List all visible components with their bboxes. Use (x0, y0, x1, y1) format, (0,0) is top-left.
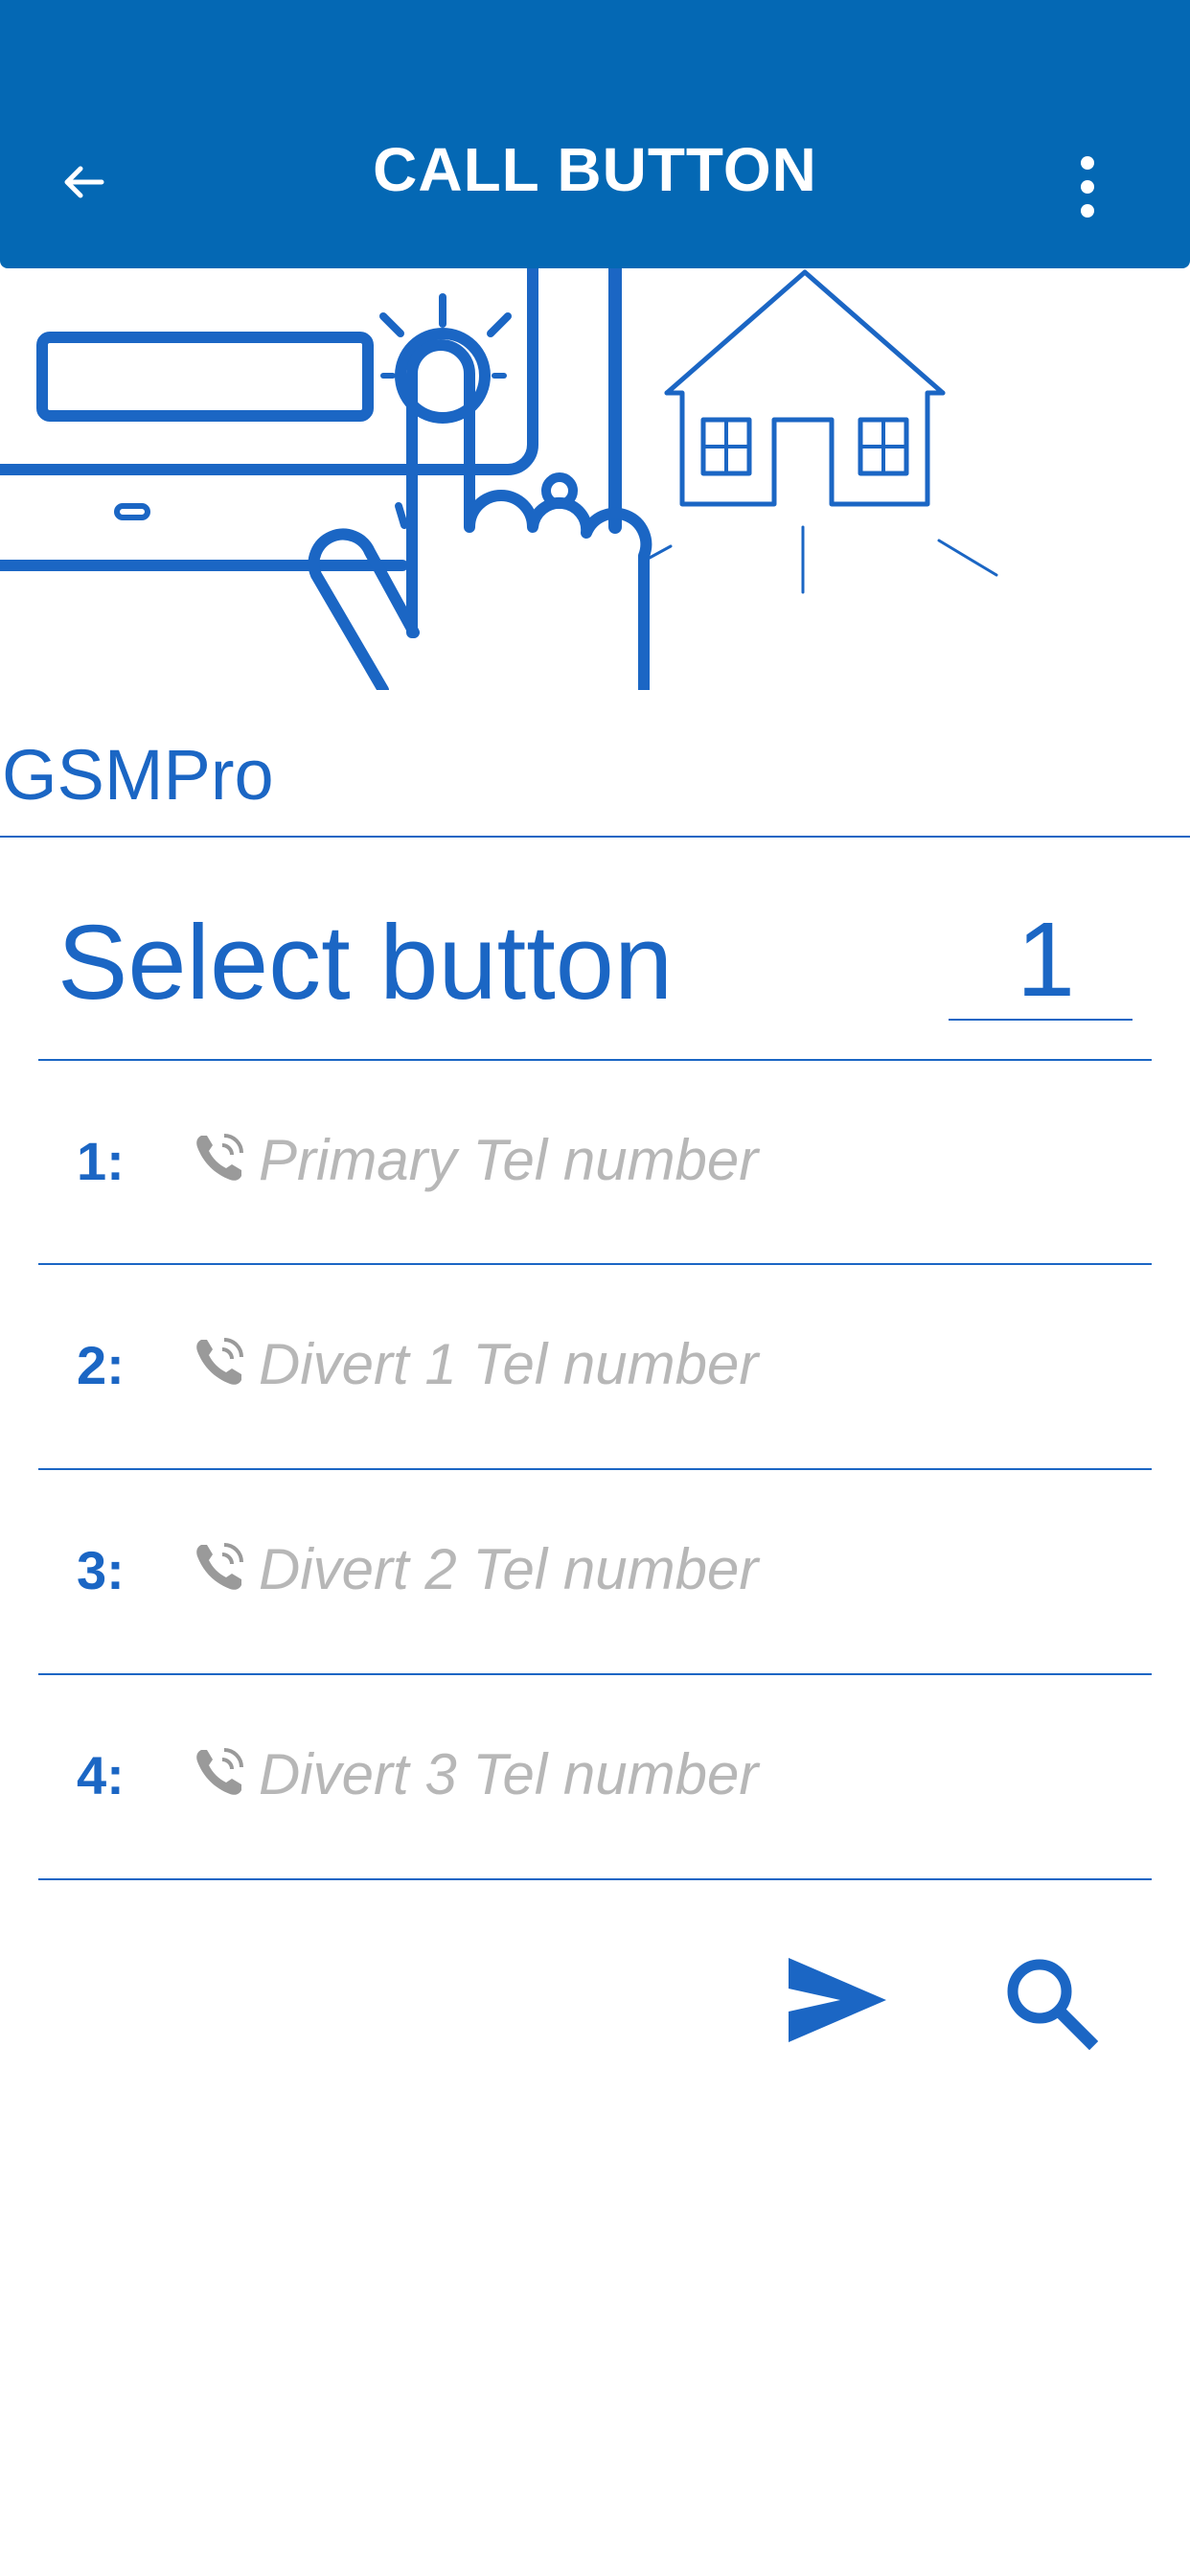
divider (38, 1878, 1152, 1880)
row-index: 2: (77, 1335, 125, 1395)
divert-1-tel-input[interactable] (257, 1324, 1104, 1403)
search-icon[interactable] (1001, 1953, 1102, 2054)
brand-name: GSMPro (2, 735, 274, 815)
divert-3-tel-input[interactable] (257, 1735, 1104, 1813)
phone-call-icon (196, 1748, 243, 1795)
button-number-input[interactable] (949, 901, 1133, 1021)
row-index: 3: (77, 1540, 125, 1600)
divider (0, 836, 1190, 838)
row-index: 1: (77, 1131, 125, 1191)
send-icon[interactable] (781, 1950, 891, 2051)
phone-call-icon (196, 1543, 243, 1590)
app-bar: CALL BUTTON (0, 0, 1190, 268)
select-button-label: Select button (57, 904, 674, 1022)
row-index: 4: (77, 1745, 125, 1806)
page-title: CALL BUTTON (373, 135, 817, 204)
more-vertical-icon[interactable] (1064, 153, 1111, 220)
call-button-illustration (0, 268, 998, 690)
list-item-primary: 1: (38, 1061, 1152, 1262)
phone-call-icon (196, 1134, 243, 1181)
primary-tel-input[interactable] (257, 1120, 1104, 1199)
list-item-divert-3: 4: (38, 1675, 1152, 1876)
divert-2-tel-input[interactable] (257, 1530, 1104, 1608)
list-item-divert-2: 3: (38, 1470, 1152, 1671)
phone-call-icon (196, 1338, 243, 1385)
list-item-divert-1: 2: (38, 1265, 1152, 1466)
